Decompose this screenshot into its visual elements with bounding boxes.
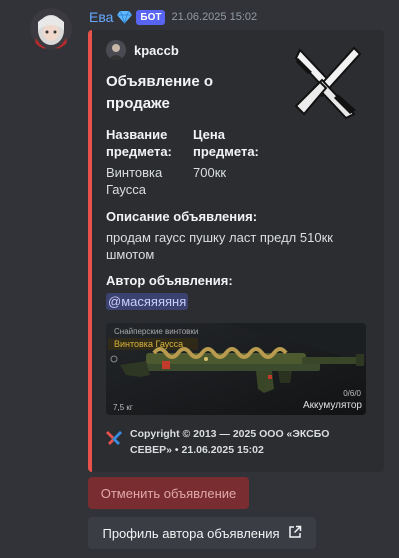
image-item-name: Винтовка Гаусса [114, 339, 184, 349]
field-description: Описание объявления: продам гаусс пушку … [106, 208, 376, 263]
field-ad-author: Автор объявления: @масяяяяня [106, 272, 376, 310]
field-value: @масяяяяня [106, 293, 376, 310]
external-link-icon [288, 525, 302, 542]
field-item-name: Название предмета: Винтовка Гаусса [106, 126, 186, 198]
field-value: продам гаусс пушку ласт предл 510кк шмот… [106, 230, 333, 262]
embed-footer: Copyright © 2013 — 2025 ООО «ЭКСБО СЕВЕР… [106, 426, 370, 458]
cancel-listing-button[interactable]: Отменить объявление [88, 477, 249, 509]
embed-author-avatar [106, 40, 126, 60]
field-label: Описание объявления: [106, 209, 258, 224]
diamond-icon [117, 10, 133, 24]
image-category: Снайперские винтовки [114, 327, 199, 336]
embed-author-name[interactable]: kpaccb [134, 43, 179, 58]
field-label: Цена предмета: [193, 127, 259, 159]
bot-badge: БОТ [136, 9, 166, 25]
author-profile-label: Профиль автора объявления [102, 525, 280, 541]
user-mention[interactable]: @масяяяяня [106, 293, 189, 310]
message-header: Ева БОТ 21.06.2025 15:02 [89, 8, 257, 26]
embed-thumbnail[interactable] [292, 44, 362, 120]
bot-avatar[interactable] [30, 8, 72, 50]
embed-card: kpaccb Объявление о продаже Название пре… [88, 30, 384, 472]
field-item-price: Цена предмета: 700кк [193, 126, 273, 181]
field-label: Название предмета: [106, 127, 172, 159]
footer-text: Copyright © 2013 — 2025 ООО «ЭКСБО СЕВЕР… [130, 428, 330, 456]
embed-title: Объявление о продаже [106, 73, 214, 112]
field-value: Винтовка Гаусса [106, 165, 163, 197]
image-ammo-type: Аккумулятор [302, 400, 362, 411]
embed-author: kpaccb [106, 40, 179, 60]
field-label: Автор объявления: [106, 273, 233, 288]
exbo-logo-icon [106, 429, 122, 445]
author-name[interactable]: Ева [89, 9, 113, 25]
message-timestamp: 21.06.2025 15:02 [171, 11, 258, 23]
image-ammo: 0/6/0 [343, 389, 361, 398]
field-value: 700кк [193, 165, 227, 180]
image-weight: 7,5 кг [113, 403, 133, 412]
embed-image[interactable]: Снайперские винтовки Винтовка Гаусса 7,5… [106, 323, 366, 415]
author-profile-button[interactable]: Профиль автора объявления [88, 517, 316, 549]
